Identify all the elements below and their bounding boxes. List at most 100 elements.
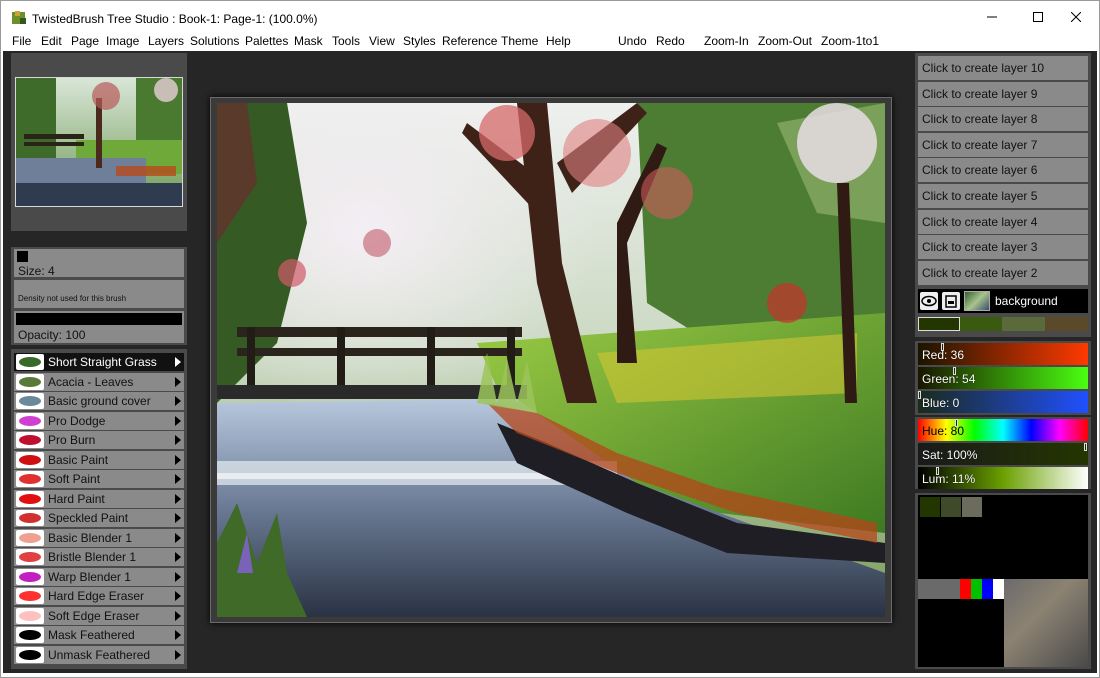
menu-tools[interactable]: Tools — [332, 34, 360, 48]
slider-knob[interactable] — [1084, 443, 1087, 451]
create-layer-button[interactable]: Click to create layer 4 — [918, 209, 1088, 234]
mixer-swatch[interactable] — [982, 579, 993, 599]
brush-item[interactable]: Unmask Feathered — [14, 645, 184, 664]
submenu-arrow-icon[interactable] — [175, 376, 181, 387]
navigator-thumbnail[interactable] — [15, 77, 183, 207]
submenu-arrow-icon[interactable] — [175, 571, 181, 582]
palette-swatch[interactable] — [941, 497, 961, 517]
color-palette[interactable] — [918, 495, 1088, 579]
brush-item[interactable]: Pro Dodge — [14, 411, 184, 430]
brush-item[interactable]: Short Straight Grass — [14, 353, 184, 371]
layer-lock-icon[interactable] — [942, 292, 960, 310]
hue-slider[interactable]: Hue: 80 — [918, 419, 1088, 441]
undo-button[interactable]: Undo — [618, 34, 647, 48]
create-layer-button[interactable]: Click to create layer 10 — [918, 56, 1088, 80]
submenu-arrow-icon[interactable] — [175, 552, 181, 562]
mixing-canvas[interactable] — [1004, 579, 1088, 667]
menu-file[interactable]: File — [12, 34, 31, 48]
density-control[interactable]: Density not used for this brush — [14, 280, 184, 308]
brush-label: Basic Blender 1 — [48, 530, 133, 545]
menu-solutions[interactable]: Solutions — [190, 34, 239, 48]
zoom-1to1-button[interactable]: Zoom-1to1 — [821, 34, 879, 48]
size-control[interactable]: Size: 4 — [14, 249, 184, 278]
menu-help[interactable]: Help — [546, 34, 571, 48]
brush-item[interactable]: Mask Feathered — [14, 626, 184, 644]
submenu-arrow-icon[interactable] — [175, 415, 181, 426]
visibility-eye-icon[interactable] — [920, 292, 938, 310]
red-slider[interactable]: Red: 36 — [918, 343, 1088, 365]
brush-item[interactable]: Hard Edge Eraser — [14, 587, 184, 605]
menu-image[interactable]: Image — [106, 34, 139, 48]
brush-item[interactable]: Bristle Blender 1 — [14, 548, 184, 566]
palette-swatch[interactable] — [962, 497, 982, 517]
menu-layers[interactable]: Layers — [148, 34, 184, 48]
opacity-control[interactable]: Opacity: 100 — [14, 311, 184, 343]
create-layer-button[interactable]: Click to create layer 7 — [918, 132, 1088, 157]
create-layer-button[interactable]: Click to create layer 3 — [918, 235, 1088, 260]
mixer-swatch[interactable] — [993, 579, 1004, 599]
painting-canvas[interactable] — [217, 103, 885, 617]
brush-item[interactable]: Basic Paint — [14, 450, 184, 469]
create-layer-button[interactable]: Click to create layer 6 — [918, 158, 1088, 183]
luminance-slider[interactable]: Lum: 11% — [918, 467, 1088, 489]
brush-item[interactable]: Pro Burn — [14, 431, 184, 449]
submenu-arrow-icon[interactable] — [175, 513, 181, 523]
brush-item[interactable]: Acacia - Leaves — [14, 372, 184, 391]
slider-knob[interactable] — [918, 391, 921, 399]
slider-knob[interactable] — [953, 367, 956, 375]
brush-item[interactable]: Soft Edge Eraser — [14, 606, 184, 625]
submenu-arrow-icon[interactable] — [175, 591, 181, 601]
green-slider[interactable]: Green: 54 — [918, 367, 1088, 389]
menu-theme[interactable]: Theme — [501, 34, 538, 48]
submenu-arrow-icon[interactable] — [175, 610, 181, 621]
brush-item[interactable]: Basic ground cover — [14, 392, 184, 410]
zoom-out-button[interactable]: Zoom-Out — [758, 34, 812, 48]
submenu-arrow-icon[interactable] — [175, 435, 181, 445]
slider-knob[interactable] — [936, 467, 939, 475]
zoom-in-button[interactable]: Zoom-In — [704, 34, 749, 48]
brush-item[interactable]: Soft Paint — [14, 470, 184, 488]
recent-color-swatch[interactable] — [1045, 317, 1088, 331]
submenu-arrow-icon[interactable] — [175, 454, 181, 465]
create-layer-button[interactable]: Click to create layer 5 — [918, 184, 1088, 208]
menu-palettes[interactable]: Palettes — [245, 34, 288, 48]
mixer-swatch[interactable] — [918, 579, 960, 599]
menu-styles[interactable]: Styles — [403, 34, 436, 48]
palette-swatch[interactable] — [920, 497, 940, 517]
recent-color-swatch[interactable] — [1002, 317, 1045, 331]
window-title: TwistedBrush Tree Studio : Book-1: Page-… — [32, 12, 318, 26]
create-layer-button[interactable]: Click to create layer 8 — [918, 107, 1088, 132]
close-button[interactable] — [1053, 1, 1099, 33]
brush-item[interactable]: Hard Paint — [14, 489, 184, 508]
saturation-slider[interactable]: Sat: 100% — [918, 443, 1088, 465]
redo-button[interactable]: Redo — [656, 34, 685, 48]
menu-reference[interactable]: Reference — [442, 34, 497, 48]
mixer-swatch[interactable] — [971, 579, 982, 599]
menu-mask[interactable]: Mask — [294, 34, 323, 48]
minimize-button[interactable] — [969, 1, 1015, 33]
opacity-bar — [16, 313, 182, 325]
submenu-arrow-icon[interactable] — [175, 649, 181, 660]
menu-page[interactable]: Page — [71, 34, 99, 48]
slider-knob[interactable] — [941, 343, 944, 351]
brush-item[interactable]: Warp Blender 1 — [14, 567, 184, 586]
mixer-swatch[interactable] — [960, 579, 971, 599]
brush-item[interactable]: Basic Blender 1 — [14, 528, 184, 547]
submenu-arrow-icon[interactable] — [175, 630, 181, 640]
submenu-arrow-icon[interactable] — [175, 493, 181, 504]
menu-view[interactable]: View — [369, 34, 395, 48]
create-layer-button[interactable]: Click to create layer 2 — [918, 260, 1088, 285]
submenu-arrow-icon[interactable] — [175, 474, 181, 484]
recent-color-swatch[interactable] — [918, 317, 960, 331]
create-layer-button[interactable]: Click to create layer 9 — [918, 81, 1088, 106]
brush-item[interactable]: Speckled Paint — [14, 509, 184, 527]
submenu-arrow-icon[interactable] — [175, 532, 181, 543]
background-layer[interactable]: background — [918, 289, 1088, 313]
submenu-arrow-icon[interactable] — [175, 396, 181, 406]
recent-color-swatch[interactable] — [960, 317, 1002, 331]
color-mixer[interactable] — [918, 579, 1088, 667]
blue-slider[interactable]: Blue: 0 — [918, 391, 1088, 413]
submenu-arrow-icon[interactable] — [175, 357, 181, 367]
menu-edit[interactable]: Edit — [41, 34, 62, 48]
slider-knob[interactable] — [955, 419, 958, 427]
